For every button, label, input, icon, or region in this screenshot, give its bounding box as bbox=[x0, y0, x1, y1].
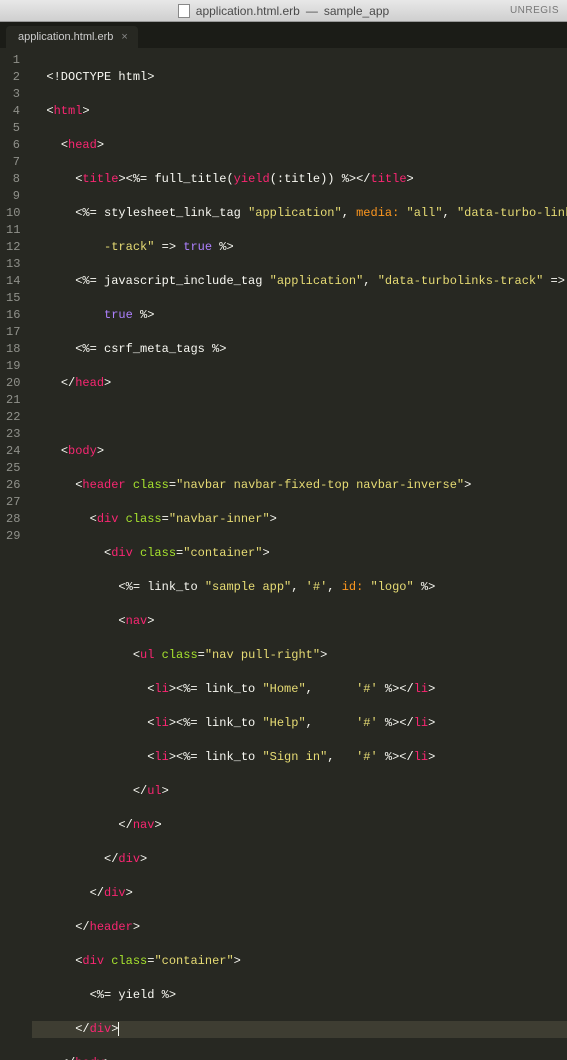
tab-label: application.html.erb bbox=[18, 31, 113, 43]
line-number: 17 bbox=[6, 324, 20, 341]
document-icon bbox=[178, 4, 190, 18]
registration-status: UNREGIS bbox=[510, 5, 559, 16]
line-number: 29 bbox=[6, 528, 20, 545]
line-number: 6 bbox=[6, 137, 20, 154]
line-number: 21 bbox=[6, 392, 20, 409]
line-number: 7 bbox=[6, 154, 20, 171]
line-number: 20 bbox=[6, 375, 20, 392]
tab-application-erb[interactable]: application.html.erb × bbox=[6, 26, 138, 48]
line-number: 14 bbox=[6, 273, 20, 290]
line-number: 27 bbox=[6, 494, 20, 511]
editor-area: 1 2 3 4 5 6 7 8 9 10 11 12 13 14 15 16 1… bbox=[0, 48, 567, 530]
title-project: sample_app bbox=[324, 4, 389, 18]
close-icon[interactable]: × bbox=[121, 31, 127, 43]
line-number: 15 bbox=[6, 290, 20, 307]
title-sep: — bbox=[306, 4, 318, 18]
line-number: 8 bbox=[6, 171, 20, 188]
text-cursor bbox=[118, 1022, 119, 1036]
line-gutter: 1 2 3 4 5 6 7 8 9 10 11 12 13 14 15 16 1… bbox=[0, 48, 28, 530]
tab-bar: application.html.erb × bbox=[0, 22, 567, 48]
line-number: 22 bbox=[6, 409, 20, 426]
line-number: 11 bbox=[6, 222, 20, 239]
line-number: 10 bbox=[6, 205, 20, 222]
line-number: 13 bbox=[6, 256, 20, 273]
line-number: 26 bbox=[6, 477, 20, 494]
line-number: 28 bbox=[6, 511, 20, 528]
line-number: 19 bbox=[6, 358, 20, 375]
title-file: application.html.erb bbox=[196, 4, 300, 18]
line-number: 2 bbox=[6, 69, 20, 86]
line-number: 16 bbox=[6, 307, 20, 324]
line-number: 1 bbox=[6, 52, 20, 69]
line-number: 12 bbox=[6, 239, 20, 256]
line-number: 4 bbox=[6, 103, 20, 120]
window-title-bar: application.html.erb — sample_app UNREGI… bbox=[0, 0, 567, 22]
code-area[interactable]: <!DOCTYPE html> <html> <head> <title><%=… bbox=[28, 48, 567, 530]
line-number: 25 bbox=[6, 460, 20, 477]
line-number: 24 bbox=[6, 443, 20, 460]
line-number: 9 bbox=[6, 188, 20, 205]
line-number: 5 bbox=[6, 120, 20, 137]
line-number: 3 bbox=[6, 86, 20, 103]
line-number: 18 bbox=[6, 341, 20, 358]
line-number: 23 bbox=[6, 426, 20, 443]
